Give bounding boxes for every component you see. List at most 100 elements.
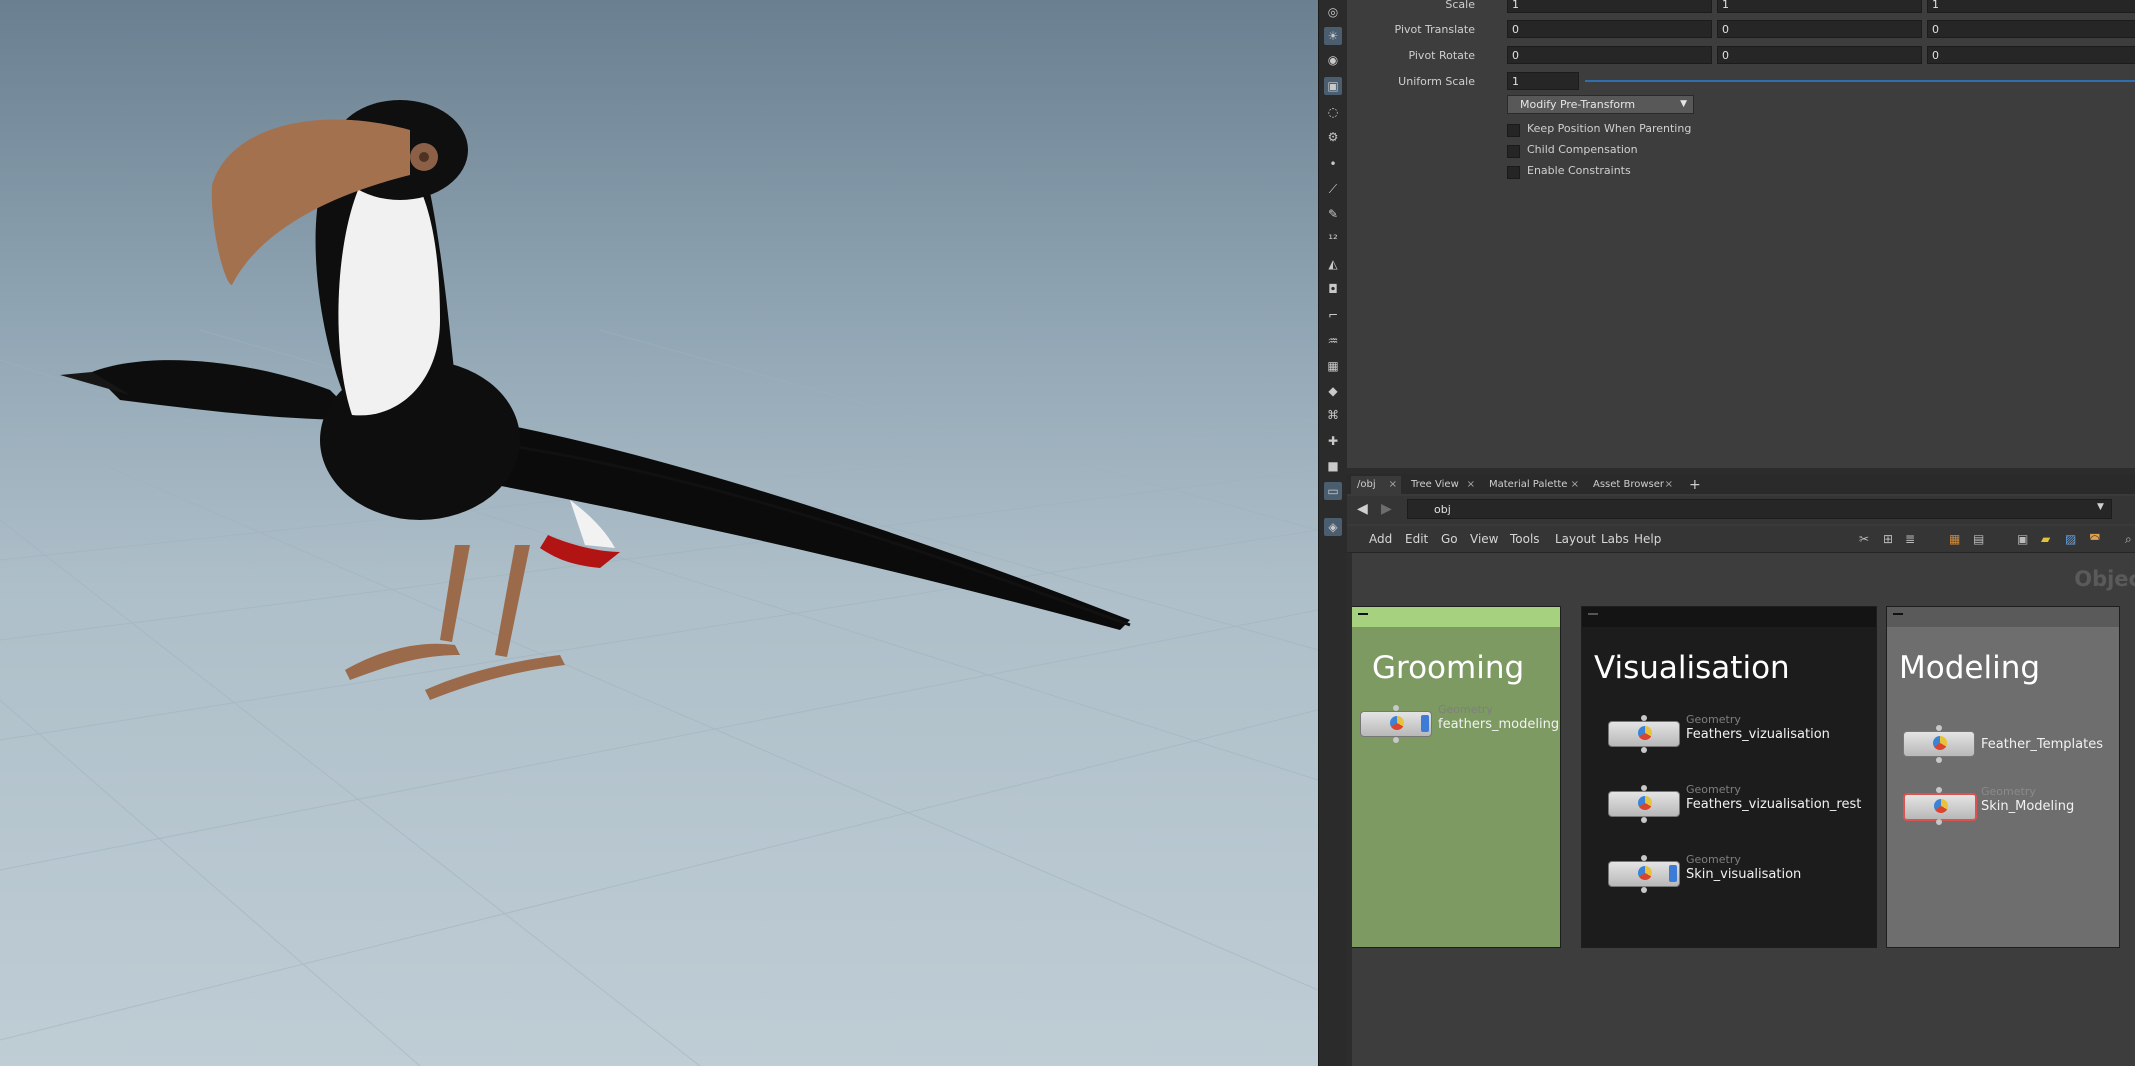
output-connector[interactable] [1641, 817, 1647, 823]
number-icon[interactable]: ¹² [1324, 230, 1342, 248]
node-body[interactable] [1903, 731, 1975, 757]
network-box-modeling[interactable]: Modeling Feather_Templates Geometry Skin… [1886, 606, 2120, 948]
display-flag[interactable] [1421, 715, 1429, 732]
pivot-translate-z-field[interactable]: 0 [1927, 20, 2135, 38]
scale-y-field[interactable]: 1 [1717, 0, 1922, 13]
node-skin-visualisation[interactable]: Geometry Skin_visualisation [1608, 853, 1908, 893]
node-body[interactable] [1608, 721, 1680, 747]
pivot-rotate-y-field[interactable]: 0 [1717, 46, 1922, 64]
pivot-translate-x-field[interactable]: 0 [1507, 20, 1712, 38]
close-icon[interactable]: × [1389, 476, 1397, 494]
tree-icon[interactable]: ⊞ [1883, 532, 1893, 546]
node-body[interactable] [1608, 791, 1680, 817]
scene-viewport[interactable] [0, 0, 1318, 1066]
minimize-icon[interactable] [1893, 613, 1903, 615]
output-connector[interactable] [1641, 747, 1647, 753]
enable-constraints-checkbox[interactable]: Enable Constraints [1507, 164, 1907, 180]
node-feathers-vizualisation-rest[interactable]: Geometry Feathers_vizualisation_rest [1608, 783, 1908, 823]
minimize-icon[interactable] [1588, 613, 1598, 615]
layout-icon[interactable]: ▤ [1973, 532, 1984, 546]
diamond-icon[interactable]: ◆ [1324, 382, 1342, 400]
menu-layout[interactable]: Layout [1555, 532, 1596, 546]
needle-icon[interactable]: ✚ [1324, 432, 1342, 450]
grid-icon[interactable]: ▦ [1324, 357, 1342, 375]
minimize-icon[interactable] [1358, 613, 1368, 615]
output-connector[interactable] [1641, 887, 1647, 893]
sticky-note-icon[interactable]: ▰ [2041, 532, 2050, 546]
corner-icon[interactable]: ⌐ [1324, 306, 1342, 324]
menu-help[interactable]: Help [1634, 532, 1661, 546]
bucket-icon[interactable]: ◭ [1324, 255, 1342, 273]
network-box-visualisation[interactable]: Visualisation Geometry Feathers_vizualis… [1581, 606, 1877, 948]
node-body[interactable] [1608, 861, 1680, 887]
pre-transform-dropdown[interactable]: Modify Pre-Transform ▼ [1507, 95, 1694, 114]
brush-icon[interactable]: ⟋ [1324, 180, 1342, 198]
child-compensation-checkbox[interactable]: Child Compensation [1507, 143, 1907, 159]
node-skin-modeling[interactable]: Geometry Skin_Modeling [1903, 785, 2135, 825]
pen-icon[interactable]: ✎ [1324, 205, 1342, 223]
dot-icon[interactable]: • [1324, 155, 1342, 173]
display-icon[interactable]: ▭ [1324, 482, 1342, 500]
gear-icon[interactable]: ⚙ [1324, 128, 1342, 146]
node-body[interactable] [1903, 793, 1977, 821]
close-icon[interactable]: × [1467, 476, 1475, 494]
list-icon[interactable]: ≣ [1905, 532, 1915, 546]
checkbox-box[interactable] [1507, 124, 1520, 137]
plus-icon[interactable]: + [1683, 476, 1703, 494]
tab-obj[interactable]: /obj × [1351, 476, 1401, 494]
scale-x-field[interactable]: 1 [1507, 0, 1712, 13]
ring-icon[interactable]: ◌ [1324, 103, 1342, 121]
checkbox-box[interactable] [1507, 166, 1520, 179]
forward-arrow-icon[interactable]: ▶ [1381, 501, 1392, 517]
display-flag[interactable] [1669, 865, 1677, 882]
tab-asset-browser[interactable]: Asset Browser × [1587, 476, 1677, 494]
menu-view[interactable]: View [1470, 532, 1498, 546]
menu-tools[interactable]: Tools [1510, 532, 1540, 546]
tab-material-palette[interactable]: Material Palette × [1483, 476, 1583, 494]
pivot-translate-y-field[interactable]: 0 [1717, 20, 1922, 38]
output-connector[interactable] [1393, 737, 1399, 743]
box-header[interactable] [1582, 607, 1876, 627]
bucket-icon[interactable]: ◚ [2089, 532, 2101, 546]
menu-labs[interactable]: Labs [1601, 532, 1629, 546]
grid-view-icon[interactable]: ▦ [1949, 532, 1960, 546]
network-path-field[interactable]: obj [1407, 499, 2112, 519]
camera-icon[interactable]: ◉ [1324, 51, 1342, 69]
square-icon[interactable]: ■ [1324, 457, 1342, 475]
menu-go[interactable]: Go [1441, 532, 1458, 546]
pivot-rotate-x-field[interactable]: 0 [1507, 46, 1712, 64]
checkbox-box[interactable] [1507, 145, 1520, 158]
scale-z-field[interactable]: 1 [1927, 0, 2135, 13]
pivot-rotate-z-field[interactable]: 0 [1927, 46, 2135, 64]
output-connector[interactable] [1936, 819, 1942, 825]
light-icon[interactable]: ☀ [1324, 27, 1342, 45]
network-box-icon[interactable]: ▨ [2065, 532, 2076, 546]
network-box-grooming[interactable]: Grooming Geometry feathers_modeling [1351, 606, 1561, 948]
tab-tree-view[interactable]: Tree View × [1405, 476, 1479, 494]
node-feathers-vizualisation[interactable]: Geometry Feathers_vizualisation [1608, 713, 1908, 753]
hair-icon[interactable]: ♒ [1324, 332, 1342, 350]
node-feather-templates[interactable]: Feather_Templates [1903, 723, 2135, 763]
chevron-down-icon[interactable]: ▼ [2097, 502, 2104, 512]
keep-position-checkbox[interactable]: Keep Position When Parenting [1507, 122, 1907, 138]
output-connector[interactable] [1936, 757, 1942, 763]
box-header[interactable] [1887, 607, 2119, 627]
network-editor[interactable]: Objec Grooming Geometry feathers_modelin… [1347, 553, 2135, 1066]
search-icon[interactable]: ⌕ [2125, 532, 2132, 547]
menu-add[interactable]: Add [1369, 532, 1392, 546]
node-body[interactable] [1360, 711, 1432, 737]
sphere-icon[interactable]: ◎ [1324, 3, 1342, 21]
menu-edit[interactable]: Edit [1405, 532, 1428, 546]
image-icon[interactable]: ▣ [2017, 532, 2028, 546]
lamp-icon[interactable]: ◈ [1324, 518, 1342, 536]
stamp-icon[interactable]: ◘ [1324, 280, 1342, 298]
network-scrollbar[interactable] [1346, 553, 1352, 1066]
uniform-scale-slider[interactable] [1585, 80, 2135, 82]
box-header[interactable] [1352, 607, 1560, 627]
tools-icon[interactable]: ✂ [1859, 532, 1869, 546]
ribbon-icon[interactable]: ⌘ [1324, 406, 1342, 424]
close-icon[interactable]: × [1571, 476, 1579, 494]
close-icon[interactable]: × [1665, 476, 1673, 494]
back-arrow-icon[interactable]: ◀ [1357, 501, 1368, 517]
uniform-scale-field[interactable]: 1 [1507, 72, 1579, 90]
